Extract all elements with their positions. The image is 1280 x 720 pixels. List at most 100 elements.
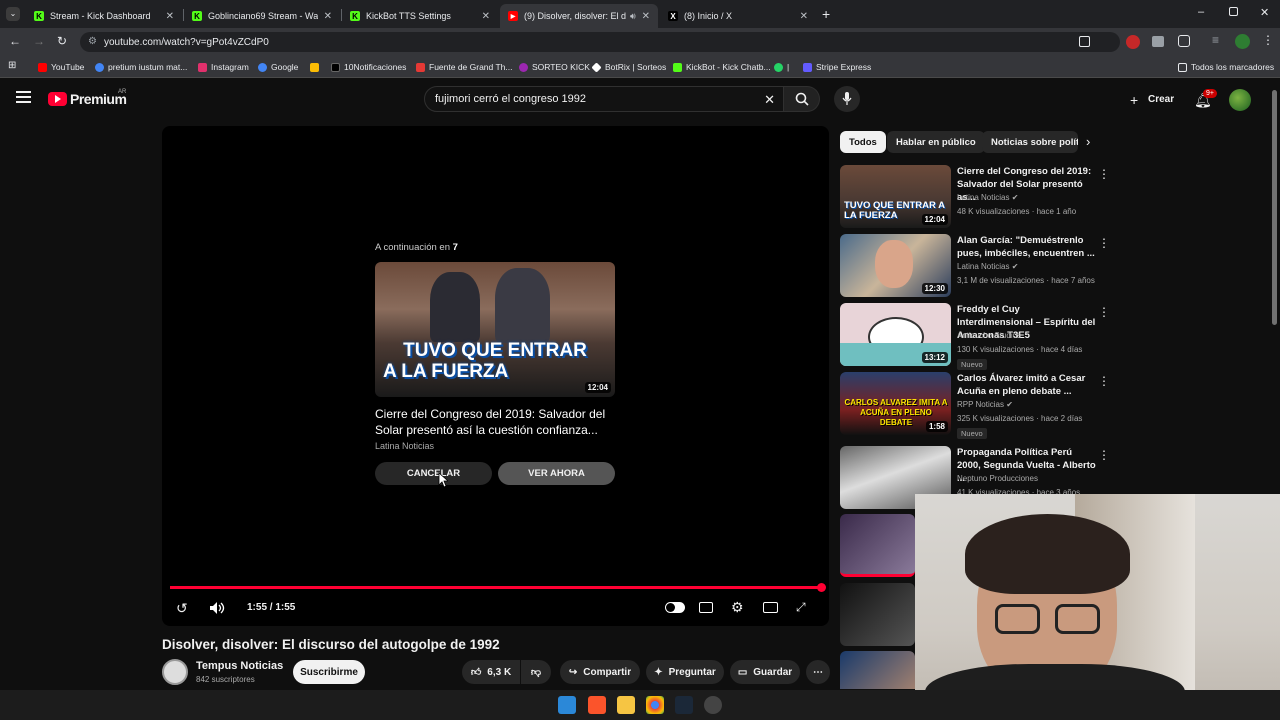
new-tab-button[interactable]: + (822, 6, 830, 22)
more-vertical-icon[interactable]: ⋮ (1098, 305, 1110, 319)
bookmark-item[interactable]: Stripe Express (803, 60, 871, 74)
profile-avatar[interactable] (1235, 34, 1250, 49)
bookmark-item[interactable]: Google (258, 60, 298, 74)
like-button[interactable]: 👍︎ 6,3 K (462, 660, 520, 684)
extensions-puzzle-icon[interactable] (1178, 35, 1190, 47)
scrubber-handle[interactable] (817, 583, 826, 592)
chevron-right-icon[interactable]: › (1086, 134, 1090, 149)
back-arrow-icon[interactable]: ← (9, 34, 21, 48)
youtube-logo-icon[interactable] (48, 92, 67, 106)
list-item[interactable]: TUVO QUE ENTRAR A LA FUERZA 12:04 Cierre… (840, 165, 1110, 229)
video-thumbnail[interactable] (840, 651, 915, 689)
page-scrollbar[interactable] (1272, 90, 1277, 325)
video-title[interactable]: Alan García: "Demuéstrenlo pues, imbécil… (957, 234, 1097, 260)
apps-grid-icon[interactable]: ⊞ (8, 60, 16, 71)
list-item[interactable]: 12:30 Alan García: "Demuéstrenlo pues, i… (840, 234, 1110, 298)
windows-start-icon[interactable] (558, 696, 576, 714)
close-window-button[interactable]: ✕ (1260, 6, 1269, 19)
dislike-button[interactable]: 👎︎ (521, 660, 551, 684)
voice-search-button[interactable] (834, 86, 860, 112)
more-vertical-icon[interactable]: ⋮ (1098, 236, 1110, 250)
restore-button[interactable] (1229, 7, 1238, 16)
watch-now-button[interactable]: VER AHORA (498, 462, 615, 485)
next-video-thumbnail[interactable]: TUVO QUE ENTRAR A LA FUERZA 12:04 (375, 262, 615, 397)
video-thumbnail[interactable]: CARLOS ALVAREZ IMITA A ACUÑA EN PLENO DE… (840, 372, 951, 435)
tab-goblinciano-stream[interactable]: K Goblinciano69 Stream - Watch Live on K… (184, 4, 340, 28)
video-thumbnail[interactable] (840, 514, 915, 577)
minimize-button[interactable]: – (1198, 6, 1204, 18)
video-thumbnail[interactable]: 12:30 (840, 234, 951, 297)
subscribe-button[interactable]: Suscribirme (293, 660, 365, 684)
all-bookmarks-folder[interactable]: Todos los marcadores (1178, 60, 1274, 74)
save-button[interactable]: ▭ Guardar (730, 660, 800, 684)
create-button[interactable]: Crear (1148, 94, 1174, 105)
close-icon[interactable]: ✕ (482, 11, 490, 22)
menu-dots-icon[interactable]: ⋮ (1262, 33, 1274, 47)
tab-kickbot-tts[interactable]: K KickBot TTS Settings ✕ (342, 4, 498, 28)
video-player[interactable]: A continuación en 7 TUVO QUE ENTRAR A LA… (162, 126, 829, 626)
bookmark-item[interactable]: BotRix | Sorteos (591, 60, 666, 74)
video-thumbnail[interactable] (840, 583, 915, 646)
settings-gear-icon[interactable]: ⚙ (731, 599, 744, 616)
close-icon[interactable]: ✕ (642, 11, 650, 22)
bookmark-item[interactable] (310, 60, 323, 74)
video-thumbnail[interactable]: TUVO QUE ENTRAR A LA FUERZA 12:04 (840, 165, 951, 228)
ask-button[interactable]: ✦ Preguntar (646, 660, 724, 684)
address-bar[interactable]: ⚙ youtube.com/watch?v=gPot4vZCdP0 (80, 32, 1120, 52)
speaker-icon[interactable]: 🔊︎ (630, 11, 636, 22)
chip-all[interactable]: Todos (840, 131, 886, 153)
progress-track[interactable] (170, 586, 822, 589)
chip-politics-news[interactable]: Noticias sobre polít (982, 131, 1078, 153)
video-title[interactable]: Carlos Álvarez imitó a Cesar Acuña en pl… (957, 372, 1097, 398)
bookmark-item[interactable]: | (774, 60, 789, 74)
bookmark-item[interactable]: 10Notificaciones (331, 60, 406, 74)
list-item[interactable]: 13:12 Freddy el Cuy Interdimensional – E… (840, 303, 1110, 370)
tab-youtube-active[interactable]: ▶ (9) Disolver, disolver: El discurso 🔊︎… (500, 4, 658, 28)
bookmark-item[interactable]: KickBot - Kick Chatb... (673, 60, 771, 74)
close-icon[interactable]: ✕ (324, 11, 332, 22)
cancel-autoplay-button[interactable]: CANCELAR (375, 462, 492, 485)
clear-search-icon[interactable]: ✕ (764, 92, 775, 108)
autoplay-toggle[interactable] (665, 602, 685, 613)
channel-avatar[interactable] (162, 659, 188, 685)
forward-arrow-icon[interactable]: → (33, 34, 45, 48)
bookmark-item[interactable]: YouTube (38, 60, 84, 74)
share-button[interactable]: ↪ Compartir (560, 660, 640, 684)
chrome-icon[interactable] (646, 696, 664, 714)
subtitles-icon[interactable] (699, 602, 713, 613)
create-plus-icon[interactable]: + (1130, 92, 1138, 108)
hamburger-menu-icon[interactable] (16, 91, 31, 93)
obs-icon[interactable] (704, 696, 722, 714)
site-info-icon[interactable]: ⚙ (88, 36, 97, 47)
bookmark-item[interactable]: Instagram (198, 60, 249, 74)
media-icon[interactable]: ≡ (1212, 33, 1219, 47)
more-vertical-icon[interactable]: ⋮ (1098, 167, 1110, 181)
more-vertical-icon[interactable]: ⋮ (1098, 374, 1110, 388)
channel-name[interactable]: Tempus Noticias (196, 660, 283, 672)
bookmark-item[interactable]: Fuente de Grand Th... (416, 60, 512, 74)
avatar[interactable] (1229, 89, 1251, 111)
brave-icon[interactable] (588, 696, 606, 714)
tab-x-inicio[interactable]: X (8) Inicio / X ✕ (660, 4, 816, 28)
replay-icon[interactable]: ↺ (176, 600, 188, 617)
close-icon[interactable]: ✕ (166, 11, 174, 22)
miniplayer-icon[interactable] (763, 602, 778, 613)
reload-icon[interactable]: ↻ (57, 34, 67, 48)
more-vertical-icon[interactable]: ⋮ (1098, 448, 1110, 462)
steam-icon[interactable] (675, 696, 693, 714)
extension-icon[interactable] (1152, 36, 1164, 47)
file-explorer-icon[interactable] (617, 696, 635, 714)
next-video-title[interactable]: Cierre del Congreso del 2019: Salvador d… (375, 406, 615, 438)
fullscreen-icon[interactable]: ⤢ (796, 600, 806, 615)
volume-icon[interactable] (210, 602, 226, 614)
extension-icon[interactable] (1126, 35, 1140, 49)
search-button[interactable] (784, 86, 820, 112)
chip-public-speaking[interactable]: Hablar en público (887, 131, 985, 153)
list-item[interactable]: CARLOS ALVAREZ IMITA A ACUÑA EN PLENO DE… (840, 372, 1110, 439)
tab-kick-dashboard[interactable]: K Stream - Kick Dashboard ✕ (26, 4, 182, 28)
tab-search-icon[interactable]: ⌄ (6, 7, 20, 21)
video-thumbnail[interactable]: 13:12 (840, 303, 951, 366)
install-app-icon[interactable] (1079, 36, 1090, 47)
bookmark-item[interactable]: pretium iustum mat... (95, 60, 187, 74)
more-actions-button[interactable]: ⋯ (806, 660, 830, 684)
